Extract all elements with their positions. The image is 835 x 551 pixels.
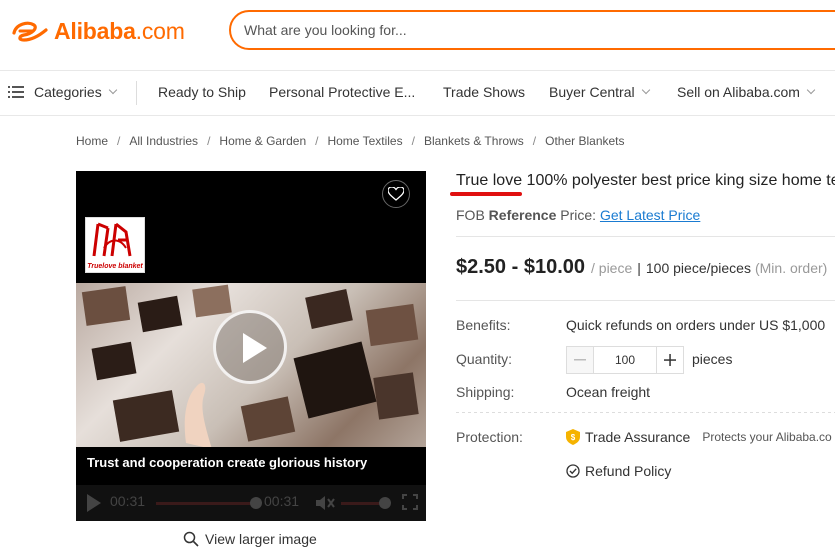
min-order: 100 piece/pieces: [645, 260, 751, 276]
shield-icon: $: [566, 429, 580, 445]
volume-handle[interactable]: [379, 497, 391, 509]
breadcrumb: Home / All Industries / Home & Garden / Hom…: [76, 134, 625, 148]
heart-icon: [388, 187, 404, 201]
product-video[interactable]: Truelove blanket Trust and cooperation c…: [76, 171, 426, 521]
quantity-label: Quantity:: [456, 351, 513, 367]
min-order-suffix: (Min. order): [754, 260, 828, 276]
menu-icon: [8, 86, 24, 98]
shipping-label: Shipping:: [456, 384, 515, 400]
magnifier-icon: [183, 531, 199, 547]
control-play-icon[interactable]: [87, 494, 101, 512]
search-input[interactable]: [244, 22, 804, 38]
favorite-button[interactable]: [382, 180, 410, 208]
top-nav: Categories Ready to Ship Personal Protec…: [0, 70, 835, 116]
time-total: 00:31: [264, 493, 300, 509]
progress-bar[interactable]: [156, 502, 256, 505]
minus-icon: [574, 359, 586, 361]
view-larger-image-link[interactable]: View larger image: [183, 531, 317, 547]
refund-policy-row[interactable]: Refund Policy: [566, 463, 671, 479]
video-caption-bar: Trust and cooperation create glorious hi…: [76, 447, 426, 479]
svg-text:$: $: [571, 433, 576, 442]
time-current: 00:31: [110, 493, 146, 509]
trade-assurance-note: Protects your Alibaba.co: [702, 430, 832, 444]
min-order-separator: |: [637, 260, 641, 276]
breadcrumb-home[interactable]: Home: [76, 134, 108, 148]
brand-label: Truelove blanket: [87, 263, 143, 270]
check-circle-icon: [566, 464, 580, 478]
search-box[interactable]: [229, 10, 835, 50]
play-button[interactable]: [213, 310, 287, 384]
get-latest-price-link[interactable]: Get Latest Price: [600, 207, 700, 223]
breadcrumb-home-textiles[interactable]: Home Textiles: [327, 134, 402, 148]
quantity-stepper: [566, 346, 684, 374]
mute-icon[interactable]: [314, 493, 336, 513]
chevron-down-icon: [108, 85, 117, 95]
breadcrumb-home-garden[interactable]: Home & Garden: [219, 134, 306, 148]
alibaba-logo-icon: [12, 21, 48, 42]
price-row: $2.50 - $10.00 / piece | 100 piece/piece…: [456, 256, 827, 279]
product-title: True love 100% polyester best price king…: [456, 172, 835, 189]
chevron-down-icon: [641, 85, 650, 95]
divider: [456, 300, 835, 301]
video-caption: Trust and cooperation create glorious hi…: [87, 455, 368, 470]
play-icon: [243, 333, 267, 363]
nav-item-personal-protective[interactable]: Personal Protective E...: [269, 84, 415, 100]
protection-label: Protection:: [456, 429, 523, 445]
alibaba-logo[interactable]: Alibaba.com: [10, 14, 185, 48]
quantity-unit: pieces: [692, 351, 733, 367]
decrease-quantity-button[interactable]: [566, 346, 594, 374]
nav-item-sell-on-alibaba[interactable]: Sell on Alibaba.com: [677, 84, 816, 100]
video-frame[interactable]: [76, 283, 426, 449]
divider: [456, 236, 835, 237]
trade-assurance-row[interactable]: $ Trade Assurance Protects your Alibaba.…: [566, 429, 832, 445]
price-range: $2.50 - $10.00: [456, 256, 585, 278]
refund-policy-label: Refund Policy: [585, 463, 672, 479]
video-controls: 00:31 00:31: [76, 485, 426, 521]
nav-item-buyer-central[interactable]: Buyer Central: [549, 84, 650, 100]
plus-icon: [664, 354, 676, 366]
benefits-value: Quick refunds on orders under US $1,000: [566, 317, 826, 333]
brand-mark-icon: [92, 222, 132, 257]
nav-categories[interactable]: Categories: [8, 84, 117, 100]
increase-quantity-button[interactable]: [656, 346, 684, 374]
nav-item-ready-to-ship[interactable]: Ready to Ship: [158, 84, 246, 100]
brand-logo: Truelove blanket: [85, 217, 145, 273]
quantity-input[interactable]: [594, 346, 656, 374]
dashed-divider: [456, 412, 835, 413]
nav-divider: [136, 81, 137, 105]
fob-price-row: FOB Reference Price: Get Latest Price: [456, 207, 701, 223]
nav-item-trade-shows[interactable]: Trade Shows: [443, 84, 525, 100]
highlight-underline: [450, 192, 522, 196]
progress-handle[interactable]: [250, 497, 262, 509]
header: Alibaba.com: [0, 0, 835, 62]
breadcrumb-other-blankets[interactable]: Other Blankets: [545, 134, 624, 148]
fullscreen-icon[interactable]: [402, 494, 418, 510]
chevron-down-icon: [806, 85, 816, 95]
logo-text: Alibaba.com: [54, 17, 185, 44]
benefits-label: Benefits:: [456, 317, 511, 333]
nav-categories-label: Categories: [34, 84, 102, 100]
price-unit: / piece: [591, 260, 633, 276]
breadcrumb-blankets-throws[interactable]: Blankets & Throws: [424, 134, 524, 148]
shipping-value: Ocean freight: [566, 384, 651, 400]
trade-assurance-label: Trade Assurance: [585, 429, 691, 445]
breadcrumb-all-industries[interactable]: All Industries: [129, 134, 198, 148]
